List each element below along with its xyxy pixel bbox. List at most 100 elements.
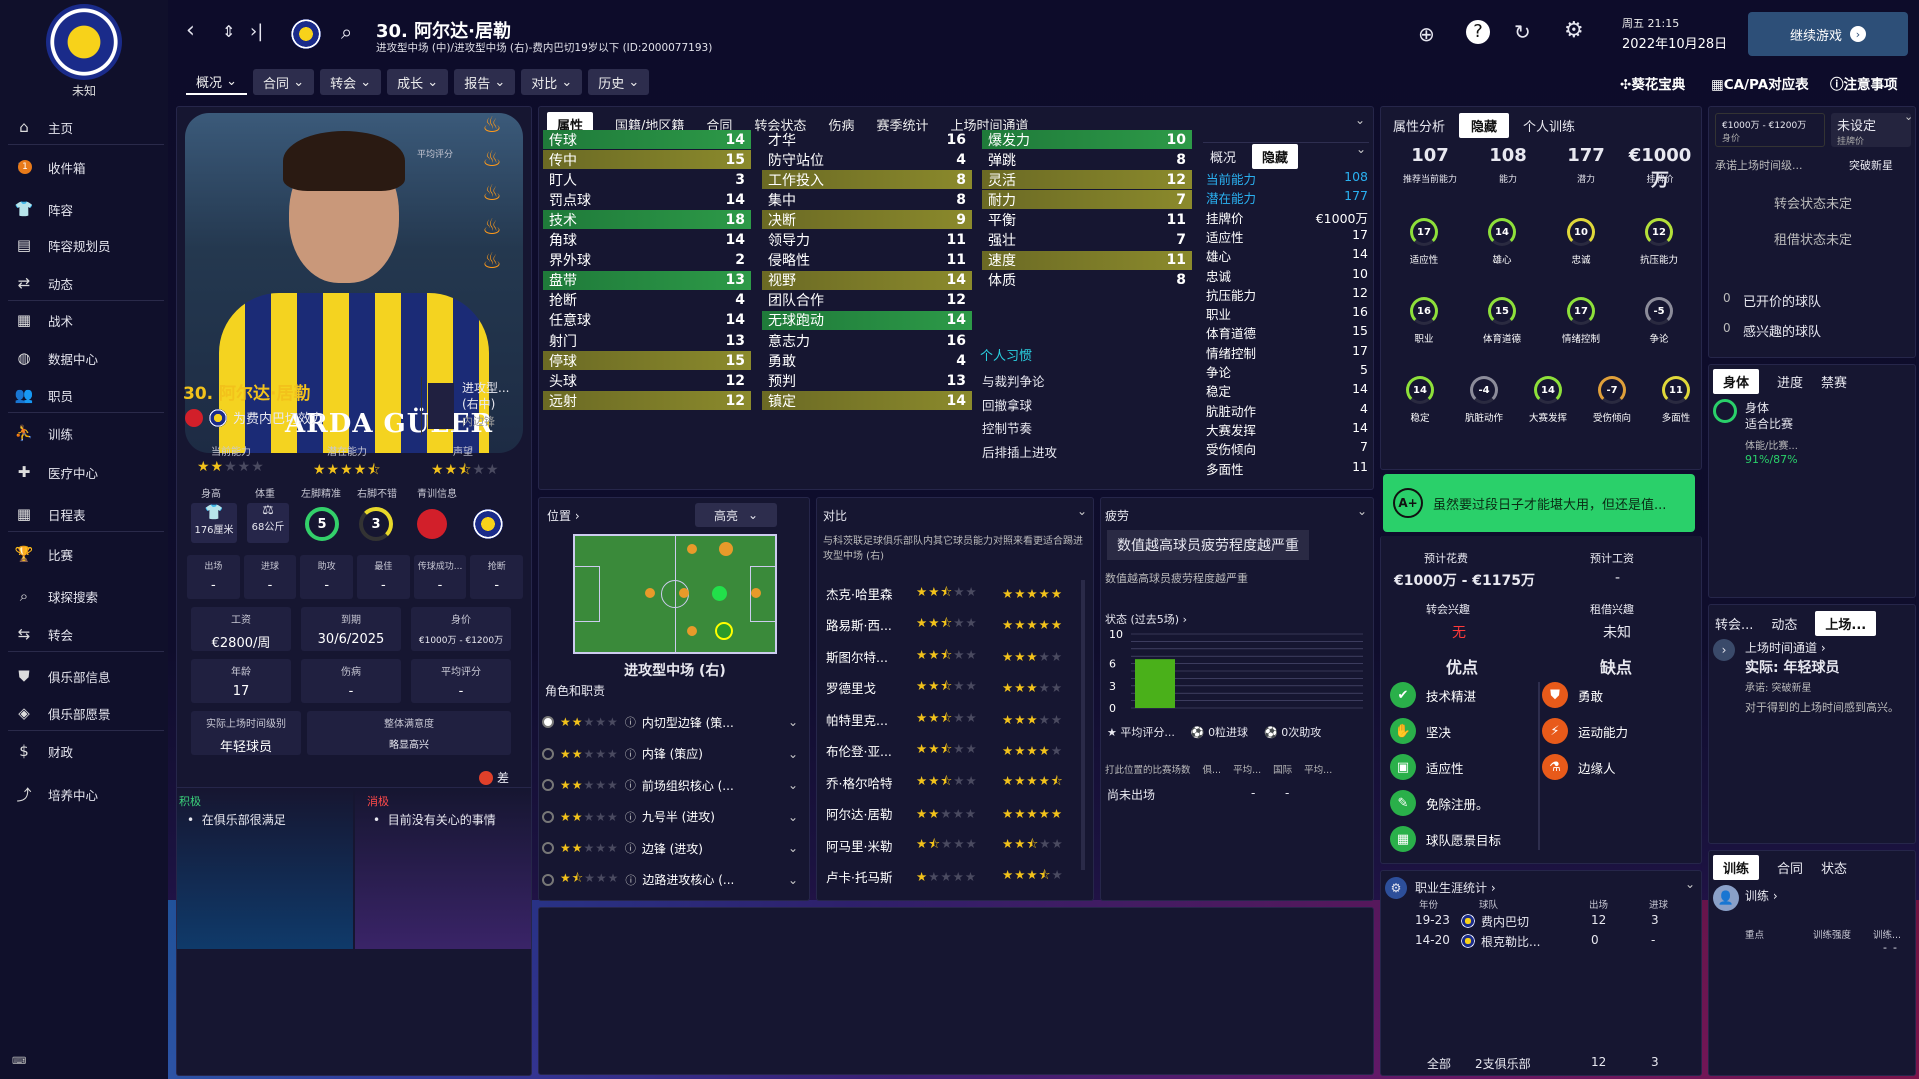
tab-training[interactable]: 训练 xyxy=(1713,855,1760,880)
sidebar-item-12[interactable]: ⌕ 球探搜索 xyxy=(0,579,168,613)
sidebar-item-8[interactable]: ⛹ 训练 xyxy=(0,416,168,450)
info-icon[interactable]: ⓘ xyxy=(625,872,636,888)
role-radio[interactable] xyxy=(542,873,554,886)
attribute-row[interactable]: 罚点球 14 xyxy=(543,190,751,209)
globe-icon[interactable]: ⊕ xyxy=(1418,22,1435,46)
tab-train-contract[interactable]: 合同 xyxy=(1777,858,1803,877)
attribute-row[interactable]: 速度 11 xyxy=(982,250,1192,270)
position-box[interactable]: 进攻型... (右中) 内边锋 xyxy=(421,377,531,435)
tab-suspension[interactable]: 禁赛 xyxy=(1821,372,1847,391)
attribute-row[interactable]: 无球跑动 14 xyxy=(762,310,972,330)
sidebar-item-5[interactable]: ▦ 战术 xyxy=(0,303,168,337)
attribute-row[interactable]: 射门 13 xyxy=(543,331,751,350)
tab-dynamics[interactable]: 动态 xyxy=(1771,614,1797,633)
attribute-row[interactable]: 工作投入 8 xyxy=(762,170,972,190)
tab-personal-training[interactable]: 个人训练 xyxy=(1523,116,1575,135)
tab-hidden[interactable]: 隐藏 xyxy=(1252,144,1299,169)
sidebar-item-13[interactable]: ⇆ 转会 xyxy=(0,617,168,651)
role-row[interactable]: ★★★★★ ⓘ 前场组织核心 (... ⌄ xyxy=(542,772,798,798)
role-radio[interactable] xyxy=(542,810,554,823)
link-notes[interactable]: ⓘ注意事项 xyxy=(1830,73,1898,93)
attr-collapse-icon[interactable]: ⌄ xyxy=(1355,113,1365,127)
role-row[interactable]: ★★★★★ ⓘ 内锋 (策应) ⌄ xyxy=(542,741,798,767)
sidebar-item-7[interactable]: 👥 职员 xyxy=(0,378,168,412)
attribute-row[interactable]: 头球 12 xyxy=(543,371,751,390)
compare-row[interactable]: 帕特里克... ★★⯪★★ ★★★★★ xyxy=(826,706,1076,732)
hidden-collapse-icon[interactable]: ⌄ xyxy=(1356,142,1366,156)
info-icon[interactable]: ⓘ xyxy=(625,777,636,793)
attribute-row[interactable]: 才华 16 xyxy=(762,130,972,149)
sidebar-item-11[interactable]: 🏆 比赛 xyxy=(0,537,168,571)
compare-row[interactable]: 阿马里·米勒 ★⯪★★★ ★★⯪★★ xyxy=(826,832,1076,858)
attribute-row[interactable]: 耐力 7 xyxy=(982,190,1192,210)
attribute-row[interactable]: 团队合作 12 xyxy=(762,291,972,310)
attribute-row[interactable]: 平衡 11 xyxy=(982,210,1192,229)
chevron-down-icon[interactable]: ⌄ xyxy=(788,715,798,729)
attribute-row[interactable]: 远射 12 xyxy=(543,391,751,411)
sidebar-item-16[interactable]: $ 财政 xyxy=(0,734,168,768)
back-icon[interactable]: ‹ xyxy=(186,18,195,43)
attribute-row[interactable]: 灵活 12 xyxy=(982,170,1192,190)
sidebar-item-1[interactable]: 1✉收件箱 xyxy=(0,150,168,184)
attribute-row[interactable]: 防守站位 4 xyxy=(762,150,972,169)
form-bar[interactable] xyxy=(1135,659,1175,708)
tab-contract[interactable]: 合同 ⌄ xyxy=(253,69,315,95)
attribute-row[interactable]: 角球 14 xyxy=(543,231,751,250)
info-icon[interactable]: ⓘ xyxy=(625,746,636,762)
club-crest-icon[interactable] xyxy=(291,19,321,49)
pt-title[interactable]: 上场时间通道 › xyxy=(1745,639,1826,656)
value-chip[interactable]: €1000万 - €1200万 身价 xyxy=(1715,113,1825,147)
refresh-icon[interactable]: ↻ xyxy=(1514,20,1531,44)
chevron-down-icon[interactable]: ⌄ xyxy=(788,841,798,855)
chevron-down-icon[interactable]: ⌄ xyxy=(788,873,798,887)
tab-physical[interactable]: 身体 xyxy=(1713,369,1760,394)
continue-button[interactable]: 继续游戏 › xyxy=(1748,12,1908,56)
attribute-row[interactable]: 爆发力 10 xyxy=(982,130,1192,149)
keyboard-icon[interactable]: ⌨ xyxy=(12,1056,26,1067)
role-radio[interactable] xyxy=(542,716,554,728)
attribute-row[interactable]: 决断 9 xyxy=(762,210,972,230)
compare-row[interactable]: 斯图尔特... ★★⯪★★ ★★★★★ xyxy=(826,643,1076,669)
compare-row[interactable]: 乔·格尔哈特 ★★⯪★★ ★★★★⯪ xyxy=(826,769,1076,795)
attribute-row[interactable]: 任意球 14 xyxy=(543,311,751,330)
fatigue-collapse-icon[interactable]: ⌄ xyxy=(1357,504,1367,518)
career-collapse-icon[interactable]: ⌄ xyxy=(1685,877,1695,891)
sidebar-item-2[interactable]: 👕 阵容 xyxy=(0,192,168,226)
highlight-dropdown[interactable]: 高亮 ⌄ xyxy=(695,503,777,527)
attribute-row[interactable]: 侵略性 11 xyxy=(762,251,972,270)
attribute-row[interactable]: 意志力 16 xyxy=(762,331,972,350)
sidebar-item-14[interactable]: ⛊ 俱乐部信息 xyxy=(0,659,168,693)
link-guide[interactable]: ✣葵花宝典 xyxy=(1620,73,1685,93)
attribute-row[interactable]: 强壮 7 xyxy=(982,231,1192,250)
compare-collapse-icon[interactable]: ⌄ xyxy=(1077,504,1087,518)
role-radio[interactable] xyxy=(542,747,554,760)
role-radio[interactable] xyxy=(542,842,554,854)
attribute-row[interactable]: 技术 18 xyxy=(543,210,751,230)
club-small-crest-icon[interactable] xyxy=(209,408,227,427)
compare-row[interactable]: 布伦登·亚... ★★⯪★★ ★★★★★ xyxy=(826,738,1076,764)
tab-history[interactable]: 历史 ⌄ xyxy=(588,69,650,95)
sidebar-item-17[interactable]: ⤴ 培养中心 xyxy=(0,777,168,811)
link-ca-pa[interactable]: ▦CA/PA对应表 xyxy=(1711,73,1809,93)
role-row[interactable]: ★★★★★ ⓘ 九号半 (进攻) ⌄ xyxy=(542,804,798,830)
attribute-row[interactable]: 弹跳 8 xyxy=(982,150,1192,169)
club-logo[interactable] xyxy=(46,4,122,80)
tab-transfer[interactable]: 转会 ⌄ xyxy=(320,69,382,95)
gear-icon[interactable]: ⚙ xyxy=(1564,18,1584,43)
role-row[interactable]: ★★★★★ ⓘ 内切型边锋 (策... ⌄ xyxy=(542,709,798,735)
compare-row[interactable]: 罗德里戈 ★★⯪★★ ★★★★★ xyxy=(826,675,1076,701)
arrow-right-icon[interactable]: › xyxy=(1713,639,1735,661)
offers-label[interactable]: 已开价的球队 xyxy=(1743,291,1821,310)
attribute-row[interactable]: 集中 8 xyxy=(762,190,972,209)
sidebar-item-9[interactable]: ✚ 医疗中心 xyxy=(0,455,168,489)
sidebar-item-4[interactable]: ⇄ 动态 xyxy=(0,266,168,300)
tab-analysis-hidden[interactable]: 隐藏 xyxy=(1459,113,1510,138)
sidebar-item-3[interactable]: ▤ 阵容规划员 xyxy=(0,228,168,262)
tab-development[interactable]: 成长 ⌄ xyxy=(387,69,449,95)
career-club[interactable]: 根克勒比... xyxy=(1481,933,1540,950)
tab-attr-analysis[interactable]: 属性分析 xyxy=(1393,116,1445,135)
role-radio[interactable] xyxy=(542,779,554,791)
interested-label[interactable]: 感兴趣的球队 xyxy=(1743,321,1821,340)
up-down-icon[interactable]: ⇕ xyxy=(222,22,235,41)
compare-row[interactable]: 路易斯·西... ★★⯪★★ ★★★★★ xyxy=(826,612,1076,638)
